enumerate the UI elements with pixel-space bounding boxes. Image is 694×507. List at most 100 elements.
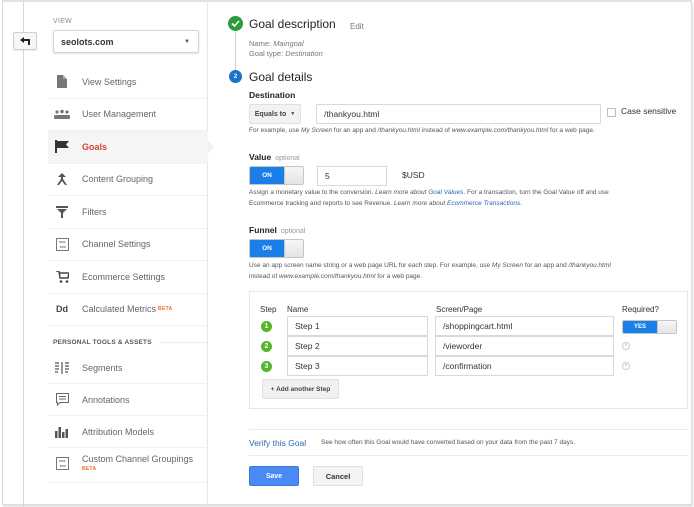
step-number-icon: 3 — [261, 361, 272, 372]
funnel-steps-panel: Step Name Screen/Page Required? 1 Step 1… — [249, 291, 688, 409]
cart-icon — [54, 270, 70, 284]
funnel-label: Funnel optional — [249, 225, 305, 235]
hint-text: For example, use — [249, 127, 302, 134]
hint-text: for a web page. — [375, 273, 423, 280]
sidebar-item-label: Segments — [82, 362, 123, 373]
view-nav: View Settings User Management Goals Cont… — [48, 66, 214, 326]
step-page-value: /vieworder — [443, 341, 483, 351]
verify-goal-link[interactable]: Verify this Goal — [249, 438, 306, 448]
remove-step-icon[interactable]: × — [622, 342, 630, 350]
destination-input[interactable]: /thankyou.html — [316, 104, 601, 124]
goal-name-value: Maingoal — [273, 39, 304, 48]
sidebar-item-attribution-models[interactable]: Attribution Models — [48, 416, 208, 448]
users-icon — [54, 107, 70, 121]
add-step-button[interactable]: + Add another Step — [262, 379, 339, 399]
sidebar-item-label: Filters — [82, 206, 107, 217]
sidebar-item-segments[interactable]: Segments — [48, 352, 208, 384]
step-number-badge: 2 — [229, 70, 242, 83]
chevron-down-icon: ▼ — [290, 111, 296, 117]
sidebar-item-view-settings[interactable]: View Settings — [48, 66, 208, 99]
name-header: Name — [287, 305, 309, 314]
view-select[interactable]: seolots.com ▼ — [53, 30, 199, 53]
save-button[interactable]: Save — [249, 466, 299, 486]
hint-text: Assign a monetary value to the conversio… — [249, 189, 376, 196]
sidebar-item-label: Attribution Models — [82, 426, 155, 437]
case-sensitive-checkbox[interactable] — [607, 108, 616, 117]
cancel-button[interactable]: Cancel — [313, 466, 363, 486]
optional-label: optional — [275, 155, 300, 162]
sidebar-item-label: Goals — [82, 141, 108, 152]
hint-text: www.example.com/thankyou.html — [451, 127, 549, 134]
step-page-value: /shoppingcart.html — [443, 321, 513, 331]
optional-label: optional — [280, 228, 306, 235]
section-header-label: PERSONAL TOOLS & ASSETS — [53, 339, 152, 346]
hint-text: instead of — [249, 273, 279, 280]
goal-type-label: Goal type: — [249, 49, 284, 58]
hint-text: for an app and — [523, 262, 569, 269]
window-frame: VIEW seolots.com ▼ View Settings User Ma… — [2, 0, 692, 507]
sidebar-item-ecommerce-settings[interactable]: Ecommerce Settings — [48, 261, 208, 294]
document-icon — [54, 75, 70, 89]
required-toggle[interactable]: YES — [622, 320, 677, 334]
step-connector — [235, 32, 236, 74]
step-name-input[interactable]: Step 3 — [287, 356, 428, 376]
sidebar-item-goals[interactable]: Goals — [48, 131, 214, 164]
goal-name: Name: Maingoal — [249, 39, 304, 48]
divider — [249, 429, 688, 430]
currency-label: $USD — [402, 170, 425, 180]
goal-description-title: Goal description — [249, 17, 336, 31]
goal-type: Goal type: Destination — [249, 49, 323, 58]
remove-step-icon[interactable]: × — [622, 362, 630, 370]
sidebar-item-calculated-metrics[interactable]: Dd Calculated Metrics BETA — [48, 294, 208, 326]
step-page-input[interactable]: /vieworder — [435, 336, 614, 356]
sidebar-item-label: Content Grouping — [82, 174, 154, 185]
toggle-knob — [284, 167, 303, 184]
sidebar: VIEW seolots.com ▼ View Settings User Ma… — [48, 2, 214, 507]
value-toggle[interactable]: ON — [249, 166, 304, 185]
sidebar-item-custom-channel-groupings[interactable]: Custom Channel Groupings BETA — [48, 448, 208, 483]
toggle-on-label: ON — [250, 167, 284, 184]
bar-chart-icon — [54, 425, 70, 439]
sidebar-item-text: Custom Channel Groupings BETA — [82, 454, 193, 472]
ecommerce-transactions-link[interactable]: Ecommerce Transactions — [447, 200, 520, 207]
funnel-toggle[interactable]: ON — [249, 239, 304, 258]
goal-values-link[interactable]: Goal Values — [428, 189, 463, 196]
edit-link[interactable]: Edit — [350, 22, 364, 31]
step-name-value: Step 2 — [295, 341, 320, 351]
value-label: Value optional — [249, 152, 300, 162]
sidebar-item-label: Annotations — [82, 394, 130, 405]
page-header: Screen/Page — [436, 305, 483, 314]
step-name-input[interactable]: Step 1 — [287, 316, 428, 336]
sidebar-item-label: Custom Channel Groupings — [82, 454, 194, 464]
hint-text: /thankyou.html — [377, 127, 420, 134]
verify-description: See how often this Goal would have conve… — [321, 439, 576, 446]
back-button[interactable] — [13, 32, 37, 50]
sidebar-item-content-grouping[interactable]: Content Grouping — [48, 164, 208, 196]
section-divider — [159, 342, 208, 343]
step-name-value: Step 3 — [295, 361, 320, 371]
view-label: VIEW — [53, 18, 73, 25]
step-number-icon: 1 — [261, 321, 272, 332]
toggle-on-label: ON — [250, 240, 284, 257]
hint-text: My Screen — [491, 262, 523, 269]
match-type-dropdown[interactable]: Equals to ▼ — [249, 104, 301, 124]
sidebar-item-filters[interactable]: Filters — [48, 196, 208, 229]
hint-text: instead of — [419, 127, 452, 134]
sidebar-item-user-management[interactable]: User Management — [48, 99, 208, 131]
left-rail — [23, 2, 24, 507]
toggle-knob — [657, 321, 676, 333]
step-page-input[interactable]: /shoppingcart.html — [435, 316, 614, 336]
sidebar-item-channel-settings[interactable]: Channel Settings — [48, 229, 208, 261]
step-header: Step — [260, 305, 277, 314]
step-name-input[interactable]: Step 2 — [287, 336, 428, 356]
required-header: Required? — [622, 305, 659, 314]
hint-text: Use an app screen name string or a web p… — [249, 262, 492, 269]
step-page-input[interactable]: /confirmation — [435, 356, 614, 376]
goal-type-value: Destination — [285, 49, 323, 58]
hint-text: . — [520, 200, 523, 207]
flag-icon — [54, 140, 70, 154]
channel-grouping-icon — [54, 456, 70, 470]
sidebar-item-annotations[interactable]: Annotations — [48, 384, 208, 416]
funnel-label-text: Funnel — [249, 225, 277, 235]
value-amount-input[interactable]: 5 — [317, 166, 387, 186]
